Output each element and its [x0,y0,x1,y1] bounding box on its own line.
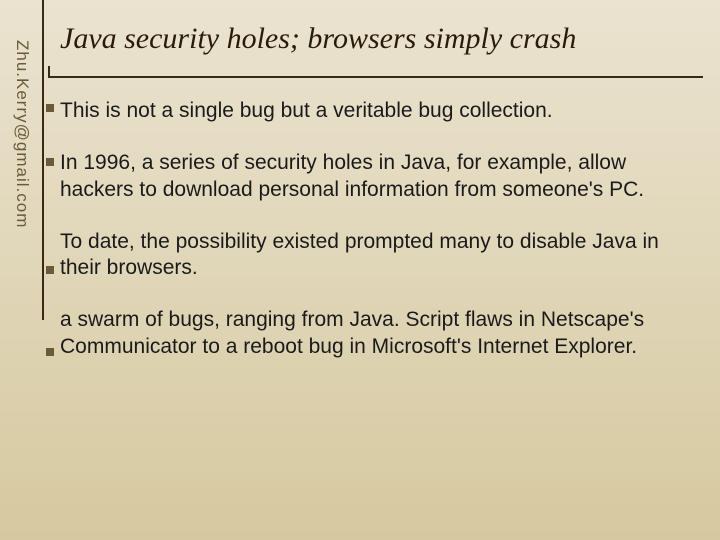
title-rule-tick [48,66,50,76]
bullet-icon [46,104,54,112]
vertical-divider [42,0,44,320]
title-underline [48,76,703,78]
paragraph: In 1996, a series of security holes in J… [60,150,680,203]
bullet-icon [46,348,54,356]
slide-body: This is not a single bug but a veritable… [60,98,680,386]
paragraph: a swarm of bugs, ranging from Java. Scri… [60,307,680,360]
paragraph: This is not a single bug but a veritable… [60,98,680,124]
slide-title: Java security holes; browsers simply cra… [60,22,576,56]
bullet-icon [46,266,54,274]
paragraph: To date, the possibility existed prompte… [60,229,680,282]
bullet-icon [46,158,54,166]
sidebar-email: Zhu.Kerry@gmail.com [12,40,32,228]
